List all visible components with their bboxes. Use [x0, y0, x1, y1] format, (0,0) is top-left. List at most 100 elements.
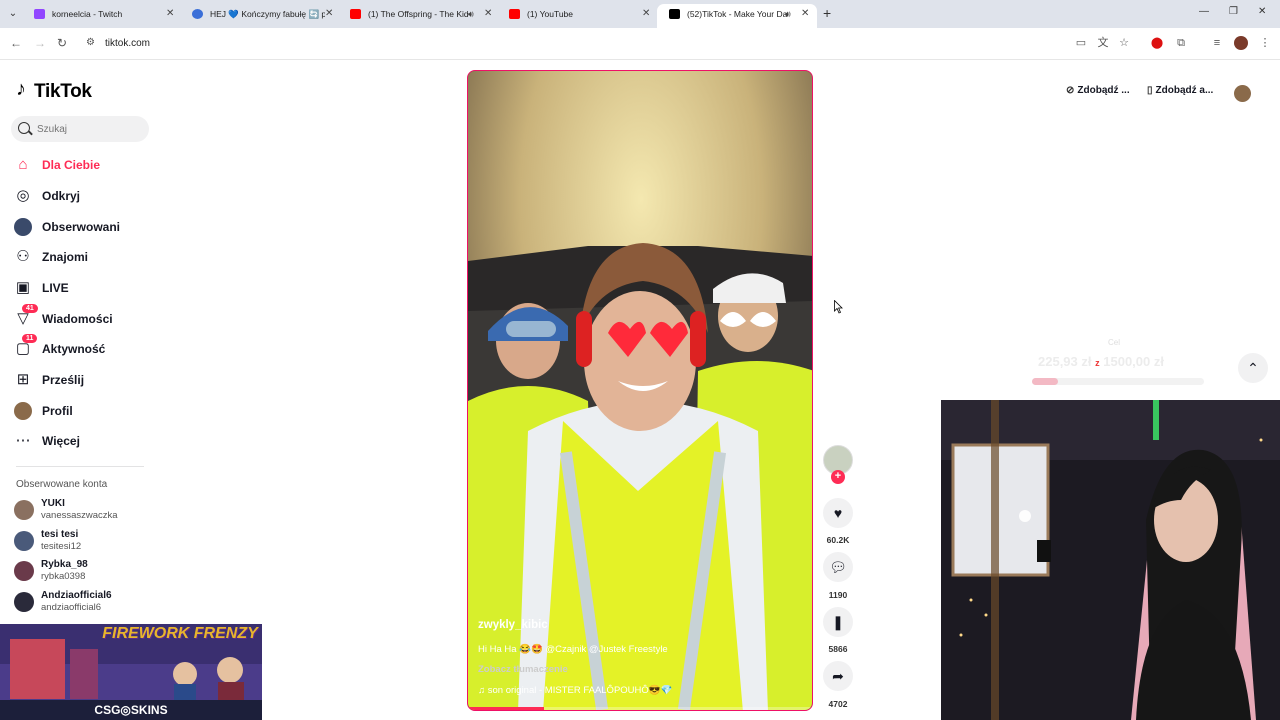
followed-account[interactable]: tesi tesi tesitesi12 — [14, 527, 154, 555]
browser-menu-icon[interactable]: ⋮ — [1258, 36, 1272, 50]
nav-label: Więcej — [42, 434, 80, 448]
nav-item-live[interactable]: ▣ LIVE — [14, 275, 154, 301]
media-control-icon[interactable]: ≡ — [1210, 36, 1224, 50]
extension-icon[interactable]: ⬤ — [1150, 36, 1164, 50]
video-music[interactable]: ♫ son original - MISTER FAALÔPOUHÔ😎💎 — [478, 685, 672, 696]
comment-count: 1190 — [828, 590, 848, 600]
get-app-button[interactable]: ▯ Zdobądź a... — [1147, 85, 1213, 103]
youtube-favicon-icon — [509, 9, 520, 19]
get-coins-button[interactable]: ⊘ Zdobądź ... — [1066, 85, 1130, 103]
get-app-label: Zdobądź a... — [1155, 85, 1214, 96]
nav-item-obserwowani[interactable]: Obserwowani — [14, 214, 154, 240]
followed-account[interactable]: Andziaofficial6 andziaofficial6 — [14, 588, 154, 616]
nav-item-aktywnosc[interactable]: ▢ 11 Aktywność — [14, 334, 154, 362]
nav-item-profil[interactable]: Profil — [14, 398, 154, 424]
friends-icon: ⚇ — [16, 248, 30, 265]
followed-accounts-title: Obserwowane konta — [16, 479, 108, 490]
browser-tab[interactable]: (1) The Offspring - The Kid 🔊︎ ✕ — [338, 4, 498, 28]
profile-avatar-icon[interactable] — [1234, 36, 1248, 50]
new-tab-plus-icon[interactable]: + — [823, 5, 831, 21]
browser-tab[interactable]: HEJ 💙 Kończymy fabułę 🔄 pr ✕ — [180, 4, 340, 28]
account-name: Andziaofficial6 — [41, 590, 112, 601]
tab-search-chevron-icon[interactable]: ⌄ — [6, 7, 20, 21]
see-translation-link[interactable]: Zobacz tłumaczenie — [478, 664, 568, 675]
twitch-favicon-icon — [34, 9, 45, 19]
mouse-cursor-icon — [834, 300, 843, 314]
nav-item-znajomi[interactable]: ⚇ Znajomi — [14, 244, 154, 270]
tab-title: (1) The Offspring - The Kid — [368, 9, 468, 19]
video-player[interactable]: zwykly_kibic Hi Ha Ha 😂🤩 @Czajnik @Juste… — [467, 70, 813, 711]
close-tab-icon[interactable]: ✕ — [642, 4, 650, 24]
close-window-icon[interactable]: ✕ — [1258, 6, 1266, 17]
account-name: tesi tesi — [41, 529, 79, 540]
nav-label: Obserwowani — [42, 220, 121, 234]
browser-tab-active[interactable]: (52)TikTok - Make Your Day 🔊︎ ✕ — [657, 4, 817, 28]
url-text[interactable]: tiktok.com — [105, 38, 150, 49]
followed-account[interactable]: Rybka_98 rybka0398 — [14, 557, 154, 585]
followed-account[interactable]: YUKI vanessaszwaczka — [14, 496, 154, 524]
phone-icon: ▯ — [1147, 85, 1153, 96]
nav-item-wiecej[interactable]: ⋯ Więcej — [14, 428, 154, 454]
nav-item-wiadomosci[interactable]: ▽ 41 Wiadomości — [14, 304, 154, 332]
forward-arrow-icon[interactable]: → — [34, 36, 46, 50]
reload-icon[interactable]: ↻ — [57, 36, 67, 50]
bookmark-star-icon[interactable]: ☆ — [1117, 36, 1131, 50]
video-progress-bar[interactable] — [468, 707, 812, 710]
coin-icon: ⊘ — [1066, 85, 1075, 96]
nav-label: Aktywność — [42, 342, 106, 356]
restore-window-icon[interactable]: ❐ — [1229, 6, 1238, 17]
browser-tab-bar: ⌄ korneelcia - Twitch ✕ HEJ 💙 Kończymy f… — [0, 0, 1280, 28]
bookmark-icon[interactable]: ❚ — [823, 607, 853, 637]
home-icon: ⌂ — [18, 156, 28, 173]
follow-plus-icon[interactable]: + — [831, 470, 845, 484]
nav-item-przeslij[interactable]: ⊞ Prześlij — [14, 367, 154, 393]
close-tab-icon[interactable]: ✕ — [484, 4, 492, 24]
save-count: 5866 — [828, 644, 848, 654]
goal-target: 1500,00 zł — [1103, 354, 1164, 369]
goal-amount: 225,93 zł z 1500,00 zł — [1038, 354, 1164, 369]
nav-label: LIVE — [42, 281, 69, 295]
music-title: son original - MISTER FAALÔPOUHÔ😎💎 — [487, 685, 673, 696]
cast-icon[interactable]: ▭ — [1074, 36, 1088, 50]
share-arrow-icon[interactable]: ➦ — [823, 661, 853, 691]
following-avatar-icon — [14, 218, 32, 236]
music-note-icon: ♫ — [478, 685, 488, 696]
search-box[interactable] — [11, 116, 149, 142]
advertisement-banner[interactable]: FIREWORK FRENZY CSG◎SKINS — [0, 624, 262, 720]
video-author[interactable]: zwykly_kibic — [478, 619, 548, 631]
translate-icon[interactable]: 文 — [1096, 36, 1110, 50]
goal-separator: z — [1095, 358, 1100, 368]
nav-item-odkryj[interactable]: ◎ Odkryj — [14, 183, 154, 209]
nav-item-dla-ciebie[interactable]: ⌂ Dla Ciebie — [14, 152, 154, 178]
goal-progress-fill — [1032, 378, 1058, 385]
comment-icon[interactable]: 💬︎ — [823, 552, 853, 582]
close-tab-icon[interactable]: ✕ — [325, 4, 333, 24]
close-tab-icon[interactable]: ✕ — [166, 4, 174, 24]
tiktok-favicon-icon — [669, 9, 680, 19]
site-info-icon[interactable]: ⚙ — [86, 37, 95, 48]
webcam-overlay — [941, 400, 1280, 720]
browser-tab[interactable]: (1) YouTube ✕ — [497, 4, 657, 28]
like-heart-icon[interactable]: ♥ — [823, 498, 853, 528]
like-count: 60.2K — [826, 535, 850, 545]
account-username: vanessaszwaczka — [41, 510, 118, 521]
tiktok-note-icon: ♪ — [16, 78, 26, 100]
goal-current: 225,93 zł — [1038, 354, 1092, 369]
account-username: tesitesi12 — [41, 541, 82, 552]
search-input[interactable] — [37, 120, 137, 138]
compass-icon: ◎ — [16, 187, 30, 204]
search-icon[interactable] — [18, 122, 30, 134]
audio-playing-icon[interactable]: 🔊︎ — [785, 4, 791, 24]
minimize-window-icon[interactable]: — — [1199, 6, 1209, 17]
browser-tab[interactable]: korneelcia - Twitch ✕ — [22, 4, 180, 28]
close-tab-icon[interactable]: ✕ — [801, 4, 809, 24]
unread-badge: 41 — [22, 304, 38, 313]
audio-playing-icon[interactable]: 🔊︎ — [468, 4, 474, 24]
user-avatar[interactable] — [1234, 85, 1251, 102]
extensions-puzzle-icon[interactable]: ⧉ — [1174, 36, 1188, 50]
address-bar[interactable]: ⚙ tiktok.com — [80, 32, 1140, 56]
scroll-up-chevron-icon[interactable]: ⌃ — [1238, 353, 1268, 383]
logo-text: TikTok — [34, 81, 92, 102]
video-frame — [468, 71, 812, 710]
back-arrow-icon[interactable]: ← — [10, 36, 22, 50]
